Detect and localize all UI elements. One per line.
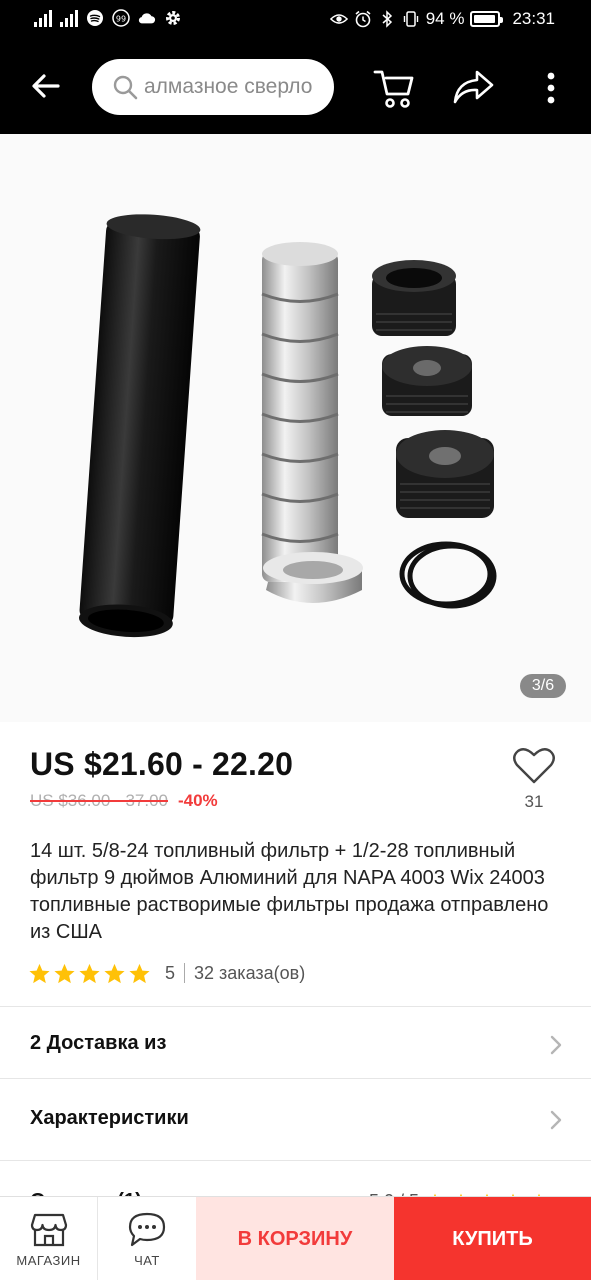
cell-signal-2-icon	[60, 9, 78, 27]
gear-icon	[164, 9, 182, 27]
search-placeholder: алмазное сверло	[144, 75, 313, 98]
shipping-row[interactable]: 2 Доставка из	[0, 1006, 591, 1084]
star-icon	[29, 963, 50, 983]
store-button[interactable]: МАГАЗИН	[0, 1197, 98, 1280]
notification-badge-icon: 99	[112, 9, 130, 27]
orders-count: 32 заказа(ов)	[194, 962, 306, 983]
share-icon[interactable]	[450, 68, 496, 108]
chat-button[interactable]: ЧАТ	[98, 1197, 196, 1280]
chat-bubble-icon	[128, 1212, 166, 1246]
chevron-right-icon	[550, 1035, 562, 1055]
rating-row[interactable]: 5 32 заказа(ов)	[28, 960, 305, 986]
status-bar: 99 94 % 23:31	[0, 0, 591, 42]
search-input[interactable]: алмазное сверло	[92, 59, 334, 115]
product-image	[79, 214, 497, 638]
buy-now-button[interactable]: КУПИТЬ	[394, 1197, 591, 1280]
star-icon	[104, 963, 125, 983]
product-title: 14 шт. 5/8-24 топливный фильтр + 1/2-28 …	[30, 840, 549, 943]
alarm-icon	[354, 10, 372, 28]
shipping-label: 2 Доставка из	[30, 1032, 167, 1054]
battery-percent: 94 %	[425, 9, 465, 28]
bluetooth-icon	[378, 10, 396, 28]
chevron-right-icon	[550, 1110, 562, 1130]
specifications-row[interactable]: Характеристики	[0, 1081, 591, 1159]
cell-signal-icon	[34, 9, 52, 27]
back-arrow-icon[interactable]	[26, 66, 66, 106]
old-price: US $36.00 - 37.00	[30, 791, 168, 810]
battery-icon	[470, 11, 504, 27]
cart-icon[interactable]	[372, 66, 418, 110]
add-to-cart-button[interactable]: В КОРЗИНУ	[196, 1197, 394, 1280]
app-bar: алмазное сверло	[0, 42, 591, 134]
divider	[0, 1160, 591, 1161]
rating-value: 5	[165, 962, 176, 983]
wishlist-count: 31	[524, 792, 544, 811]
clock: 23:31	[512, 9, 555, 28]
spotify-icon	[86, 9, 104, 27]
divider	[0, 1078, 591, 1079]
old-price-row: US $36.00 - 37.00 -40%	[30, 791, 218, 811]
rating-stars	[28, 962, 151, 985]
chat-label: ЧАТ	[134, 1252, 160, 1268]
star-icon	[79, 963, 100, 983]
image-counter: 3/6	[520, 674, 566, 698]
rating-separator	[184, 963, 186, 983]
search-icon	[112, 74, 138, 100]
product-price: US $21.60 - 22.20	[30, 746, 294, 782]
cloud-icon	[138, 9, 156, 27]
eye-icon	[329, 10, 348, 28]
star-icon	[129, 963, 150, 983]
more-options-icon[interactable]	[534, 68, 568, 108]
product-image-gallery[interactable]	[0, 134, 591, 722]
store-label: МАГАЗИН	[16, 1252, 81, 1268]
star-icon	[54, 963, 75, 983]
discount-badge: -40%	[177, 791, 218, 810]
bottom-action-bar: МАГАЗИН ЧАТ В КОРЗИНУ КУПИТЬ	[0, 1196, 591, 1280]
specifications-label: Характеристики	[30, 1107, 189, 1129]
wishlist-heart-icon[interactable]	[512, 746, 556, 786]
svg-text:99: 99	[116, 15, 126, 24]
store-icon	[30, 1213, 67, 1246]
vibrate-icon	[402, 10, 420, 28]
